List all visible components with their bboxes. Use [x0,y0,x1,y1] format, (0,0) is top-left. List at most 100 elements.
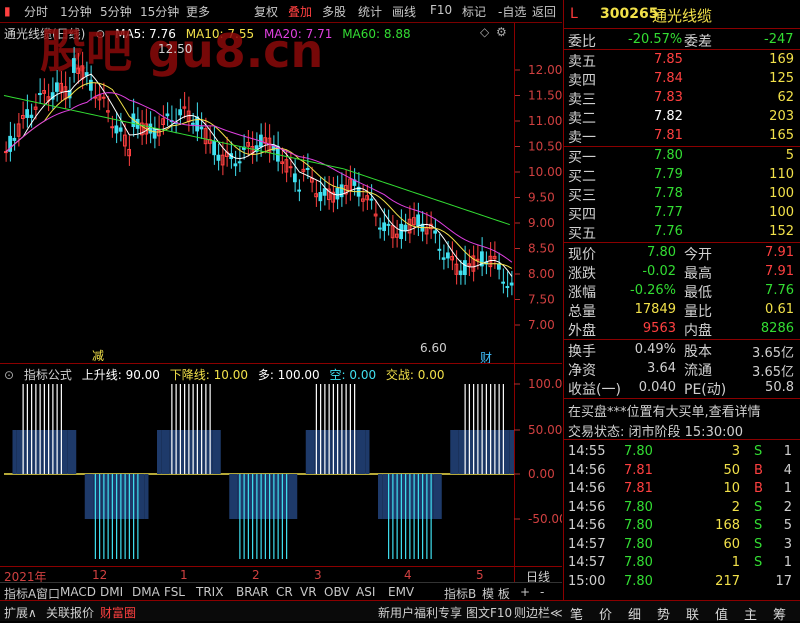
ytick-label: 8.00 [528,267,555,281]
toolbar-btn-12[interactable]: -自选 [498,3,526,20]
stats2-c: 流通 [684,363,712,379]
indicator-tab-3[interactable]: DMI [100,585,123,599]
tick-time: 14:56 [568,462,606,478]
tab-right-2[interactable]: + [520,585,530,599]
tick-direction: S [754,444,763,459]
buys-price: 7.78 [654,186,683,201]
toolbar-btn-11[interactable]: 标记 [462,3,486,20]
tick-list: 14:55 7.80 3 S 1 14:56 7.81 50 B 4 14:56 7.81 10 B 1 14… [564,440,800,590]
indicator-tab-5[interactable]: FSL [164,585,185,599]
indicator-tab-12[interactable]: EMV [388,585,414,599]
bottom-left-2[interactable]: 财富圈 [100,604,136,621]
stats2-a: 净资 [568,363,596,379]
stats-b: -0.26% [630,283,676,298]
ind-tick-label: 0.00 [528,467,555,481]
buys-row: 买三 7.78 100 [564,184,796,204]
weicha-label: 委差 [684,34,712,50]
toolbar-btn-10[interactable]: F10 [430,3,452,17]
buys-price: 7.80 [654,148,683,163]
buys-volume: 152 [769,224,794,239]
candle-body [505,286,510,289]
bottom-left-0[interactable]: 扩展∧ [4,604,37,621]
ind-block-up [361,430,366,474]
sells-row: 卖五 7.85 169 [564,50,796,70]
stats-d: 7.91 [765,245,794,260]
quote-tab-6[interactable]: 主 [744,604,757,623]
bottom-mid-0[interactable]: 新用户福利专享 [378,604,462,621]
quote-tab-3[interactable]: 势 [657,604,670,623]
stats-block: 现价 7.80 今开 7.91 涨跌 -0.02 最高 7.91 涨幅 -0.26% 最低 7.76 总… [564,243,800,340]
tab-right-3[interactable]: - [540,585,544,599]
indicator-tab-10[interactable]: OBV [324,585,350,599]
candle-body [475,258,480,261]
indicator-tab-7[interactable]: BRAR [236,585,269,599]
tick-price: 7.80 [624,444,653,459]
kline-chart-panel[interactable]: 通光线缆(日线) ⊙ MA5: 7.76 MA10: 7.55 MA20: 7.… [0,23,562,365]
ind-block-up [161,430,166,474]
sells-row: 卖三 7.83 62 [564,88,796,108]
stock-name: 通光线缆 [652,7,713,25]
ind-block-up [310,430,315,474]
stats2-b: 0.040 [638,380,676,395]
tick-direction: S [754,536,763,552]
ind-block-down [433,474,438,519]
quote-tab-1[interactable]: 价 [599,604,612,623]
stats-b: 9563 [642,321,676,336]
candle-body [335,187,340,200]
ytick-label: 7.00 [528,318,555,332]
tick-count: 17 [775,573,792,589]
candle-body [89,79,93,91]
bottom-left-1[interactable]: 关联报价 [46,604,94,621]
buys-price: 7.77 [654,205,683,220]
toolbar-btn-9[interactable]: 画线 [392,3,416,20]
stats-d: 8286 [760,321,794,336]
tick-row: 14:57 7.80 1 S 1 [564,553,796,572]
quote-tab-4[interactable]: 联 [686,604,699,623]
quote-tab-2[interactable]: 细 [628,604,641,623]
toolbar-handle-icon[interactable]: ▮ [4,4,11,18]
notice-text[interactable]: 在买盘***位置有大买单,查看详情 [568,401,761,420]
candle-body [216,154,221,161]
stats2-c: 股本 [684,344,712,360]
indicator-tab-9[interactable]: VR [300,585,317,599]
quote-tab-7[interactable]: 筹 [773,604,786,623]
toolbar-btn-8[interactable]: 统计 [358,3,382,20]
ind-block-down [382,474,387,519]
level-indicator: L [570,6,578,22]
quote-tab-0[interactable]: 笔 [570,604,583,623]
tick-count: 1 [783,444,792,459]
buys-volume: 5 [785,148,794,163]
stats-row: 涨跌 -0.02 最高 7.91 [564,262,796,282]
candle-body [72,58,76,73]
indicator-tab-4[interactable]: DMA [132,585,160,599]
toolbar-btn-13[interactable]: 返回 [532,3,556,20]
quote-tab-5[interactable]: 值 [715,604,728,623]
buys-volume: 110 [769,167,794,182]
candle-body [403,224,408,232]
ind-block-down [293,474,298,519]
indicator-panel[interactable]: ⊙ 指标公式 上升线: 90.00 下降线: 10.00 多: 100.00 空… [0,364,562,566]
indicator-tab-8[interactable]: CR [276,585,293,599]
bottom-mid-2[interactable]: 则边栏≪ [514,604,563,621]
stats-row: 总量 17849 量比 0.61 [564,300,796,320]
sells-label: 卖二 [568,111,596,127]
tick-price: 7.80 [624,499,653,515]
candle-body [178,109,182,116]
stats2-a: 换手 [568,344,596,360]
ma20-line [5,92,513,263]
ind-block-down [144,474,149,519]
candle-body [399,223,403,240]
candle-body [114,125,119,134]
buys-row: 买一 7.80 5 [564,146,796,166]
indicator-tab-6[interactable]: TRIX [196,585,223,599]
candle-body [4,151,8,154]
toolbar-btn-7[interactable]: 多股 [322,3,346,20]
tick-price: 7.80 [624,518,653,533]
bottom-mid-1[interactable]: 图文F10 [466,604,512,621]
bottom-bar: 扩展∧ 关联报价 财富圈 新用户福利专享 图文F10 则边栏≪ 笔价细势联值主筹 [0,600,800,623]
indicator-tab-11[interactable]: ASI [356,585,375,599]
indicator-tab-2[interactable]: MACD [60,585,96,599]
tick-row: 14:55 7.80 3 S 1 [564,442,796,461]
sells-row: 卖四 7.84 125 [564,69,796,89]
tick-direction: B [754,481,763,496]
